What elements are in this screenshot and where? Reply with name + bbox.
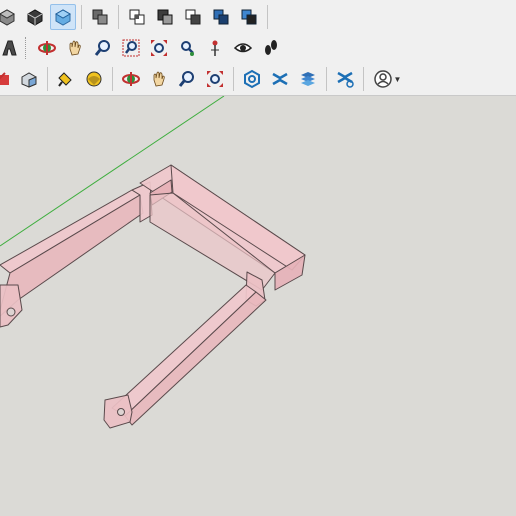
toolbar-separator: [81, 5, 82, 29]
xray-style-icon[interactable]: [50, 4, 76, 30]
zoom-extents-icon[interactable]: [146, 35, 172, 61]
intersect-icon[interactable]: [124, 4, 150, 30]
account-icon[interactable]: ▼: [369, 66, 405, 92]
toolbar-separator: [47, 67, 48, 91]
3d-viewport[interactable]: [0, 96, 516, 516]
trim-icon[interactable]: [180, 4, 206, 30]
toolbar-separator: [112, 67, 113, 91]
toolbar-separator: [363, 67, 364, 91]
toolbar-separator: [326, 67, 327, 91]
split-icon[interactable]: [208, 4, 234, 30]
bracket-model: [0, 164, 306, 429]
union-icon[interactable]: [87, 4, 113, 30]
subtract-icon[interactable]: [152, 4, 178, 30]
shaded-style-icon[interactable]: [0, 4, 20, 30]
eraser-icon[interactable]: [81, 66, 107, 92]
look-around-icon[interactable]: [230, 35, 256, 61]
section-fill-icon[interactable]: [332, 66, 358, 92]
monochrome-style-icon[interactable]: [22, 4, 48, 30]
paint-bucket-icon[interactable]: [53, 66, 79, 92]
toolbar-grip[interactable]: [25, 37, 29, 59]
toolbar-row-tools: ▼: [0, 64, 406, 94]
chevron-down-icon: ▼: [393, 74, 402, 84]
outer-shell-icon[interactable]: [236, 4, 262, 30]
push-pull-icon[interactable]: [16, 66, 42, 92]
toolbar-separator: [118, 5, 119, 29]
pan-icon[interactable]: [62, 35, 88, 61]
orbit-icon[interactable]: [34, 35, 60, 61]
zoom-icon[interactable]: [174, 66, 200, 92]
text-3d-icon[interactable]: [0, 35, 22, 61]
zoom-window-icon[interactable]: [118, 35, 144, 61]
zoom-extents-icon[interactable]: [202, 66, 228, 92]
position-camera-icon[interactable]: [202, 35, 228, 61]
orbit-icon[interactable]: [118, 66, 144, 92]
pan-icon[interactable]: [146, 66, 172, 92]
display-section-planes-icon[interactable]: [267, 66, 293, 92]
section-plane-icon[interactable]: [239, 66, 265, 92]
previous-view-icon[interactable]: [174, 35, 200, 61]
walk-icon[interactable]: [258, 35, 284, 61]
toolbar-separator: [233, 67, 234, 91]
section-cuts-icon[interactable]: [295, 66, 321, 92]
model-drawing: [0, 96, 306, 429]
toolbar-separator: [267, 5, 268, 29]
move-icon[interactable]: [0, 66, 14, 92]
zoom-icon[interactable]: [90, 35, 116, 61]
toolbar-area: ▼: [0, 0, 516, 96]
toolbar-row-styles: [0, 2, 272, 32]
toolbar-row-camera: [0, 33, 285, 63]
